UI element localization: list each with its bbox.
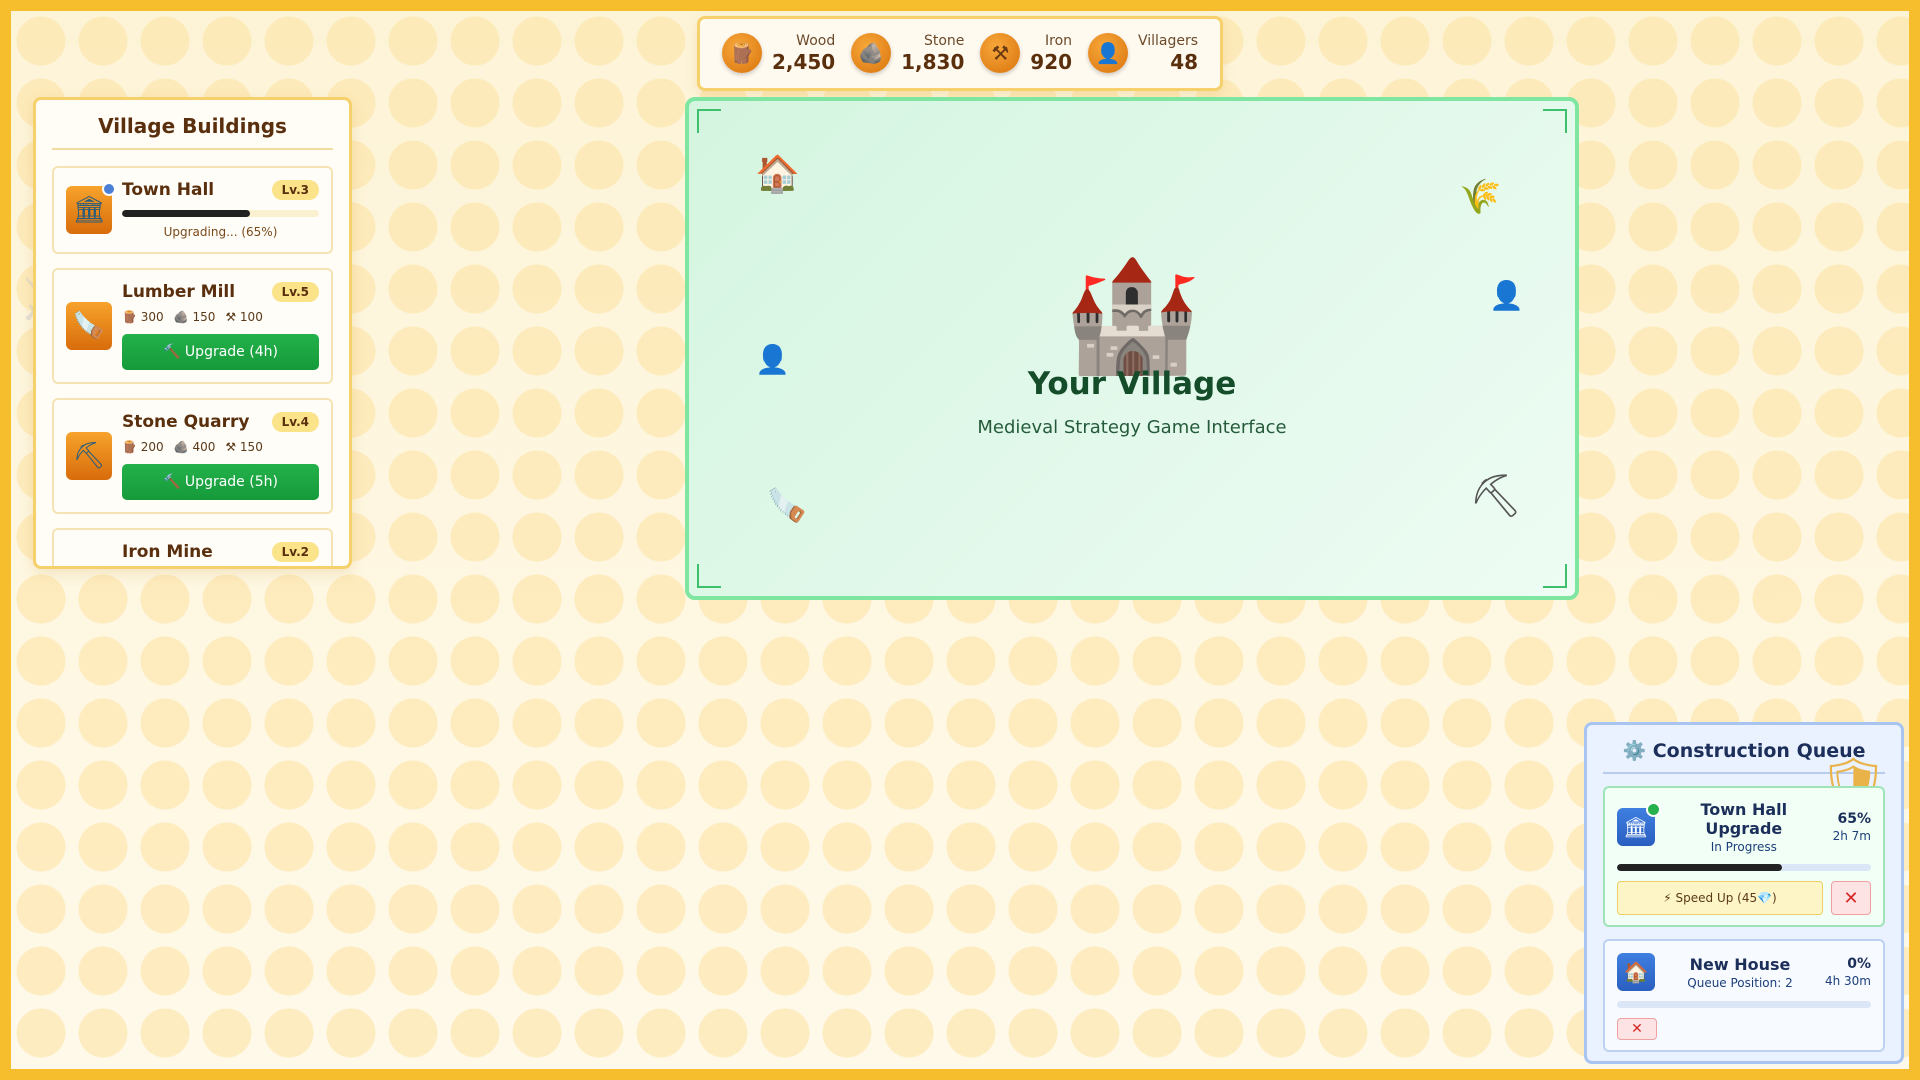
resource-label: Wood [796, 33, 836, 50]
upgrade-button[interactable]: 🔨 Upgrade (5h) [122, 464, 319, 500]
cancel-button[interactable]: ✕ [1831, 881, 1871, 915]
level-badge: Lv.4 [271, 412, 319, 432]
villager-icon[interactable]: 👤 [1489, 279, 1524, 312]
in-progress-badge [1646, 802, 1661, 817]
resource-value: 2,450 [771, 49, 836, 74]
building-card-town-hall[interactable]: 🏛 Town Hall Lv.3 Upgrading... (65%) [52, 166, 333, 254]
cancel-button[interactable]: ✕ [1617, 1018, 1657, 1040]
town-hall-icon: 🏛 [66, 182, 116, 234]
corner-marker [697, 564, 721, 588]
queue-item-name: Town Hall Upgrade [1700, 800, 1788, 838]
resource-villagers: 👤 Villagers 48 [1087, 33, 1199, 74]
resource-iron: ⚒ Iron 920 [980, 33, 1072, 74]
resource-stone: 🪨 Stone 1,830 [851, 33, 964, 74]
level-badge: Lv.2 [271, 542, 319, 562]
cost-iron: ⚒ 100 [225, 310, 263, 324]
upgrade-status: Upgrading... (65%) [163, 225, 278, 239]
panel-title: Village Buildings [52, 114, 333, 150]
house-icon: 🏠 [1617, 953, 1655, 991]
building-name: Stone Quarry [122, 412, 250, 432]
village-buildings-panel: Village Buildings 🏛 Town Hall Lv.3 Upgra… [33, 97, 352, 569]
cost-iron: ⚒ 150 [225, 440, 263, 454]
building-card-lumber-mill[interactable]: 🪚 Lumber Mill Lv.5 🪵 300 🪨 150 ⚒ 100 🔨 U… [52, 268, 333, 384]
cost-wood: 🪵 300 [122, 310, 164, 324]
building-name: Iron Mine [122, 542, 213, 562]
building-card-iron-mine[interactable]: Iron Mine Lv.2 [52, 528, 333, 566]
cost-stone: 🪨 150 [173, 310, 216, 324]
status-dot [102, 182, 116, 196]
village-view[interactable]: 🏠 🌾 👤 👤 🪚 ⛏ 🏰 Your Village Medieval Stra… [685, 97, 1579, 600]
log-icon: 🪵 [721, 33, 762, 74]
person-icon: 👤 [1087, 33, 1128, 74]
cost-stone: 🪨 400 [173, 440, 216, 454]
resource-label: Iron [1045, 33, 1073, 50]
queue-item-name: New House [1689, 954, 1791, 974]
rock-icon: 🪨 [851, 33, 892, 74]
upgrade-button[interactable]: 🔨 Upgrade (4h) [122, 334, 319, 370]
corner-marker [1543, 564, 1567, 588]
queue-progress-bar [1617, 864, 1871, 871]
hammer-pick-icon: ⚒ [980, 33, 1021, 74]
upgrade-cost: 🪵 300 🪨 150 ⚒ 100 [122, 310, 319, 324]
upgrade-progress-bar [122, 210, 319, 217]
castle-icon[interactable]: 🏰 [1064, 251, 1201, 380]
resource-bar: 🪵 Wood 2,450 🪨 Stone 1,830 ⚒ Iron 920 👤 … [697, 16, 1223, 91]
resource-value: 48 [1170, 49, 1199, 74]
construction-queue-panel: ⚙️ Construction Queue 🛡 🏛 Town Hall Upgr… [1584, 722, 1904, 1064]
corner-marker [1543, 109, 1567, 133]
town-hall-icon: 🏛 [1617, 802, 1661, 846]
pickaxe-icon[interactable]: ⛏ [1469, 471, 1522, 521]
village-title: Your Village [1027, 366, 1237, 402]
corner-marker [697, 109, 721, 133]
upgrade-cost: 🪵 200 🪨 400 ⚒ 150 [122, 440, 319, 454]
saw-icon: 🪚 [66, 302, 112, 350]
queue-item-percent: 65% [1837, 811, 1871, 827]
queue-item-town-hall: 🏛 Town Hall Upgrade In Progress 65% 2h 7… [1603, 786, 1885, 927]
resource-label: Stone [923, 33, 965, 50]
building-name: Lumber Mill [122, 282, 236, 302]
building-name: Town Hall [122, 180, 215, 200]
house-icon[interactable]: 🏠 [755, 153, 800, 195]
speed-up-button[interactable]: ⚡ Speed Up (45💎) [1617, 881, 1823, 915]
level-badge: Lv.5 [271, 282, 319, 302]
wheat-icon[interactable]: 🌾 [1459, 177, 1501, 217]
resource-value: 1,830 [901, 49, 965, 74]
resource-wood: 🪵 Wood 2,450 [721, 33, 836, 74]
queue-item-state: In Progress [1710, 840, 1777, 854]
building-card-stone-quarry[interactable]: ⛏ Stone Quarry Lv.4 🪵 200 🪨 400 ⚒ 150 🔨 … [52, 398, 333, 514]
pickaxe-icon: ⛏ [66, 432, 112, 480]
queue-item-percent: 0% [1847, 956, 1871, 972]
queue-item-time: 2h 7m [1832, 829, 1871, 843]
queue-item-time: 4h 30m [1824, 974, 1871, 988]
saw-icon[interactable]: 🪚 [767, 486, 807, 524]
village-subtitle: Medieval Strategy Game Interface [977, 417, 1287, 438]
cost-wood: 🪵 200 [122, 440, 164, 454]
level-badge: Lv.3 [271, 180, 319, 200]
queue-item-new-house: 🏠 New House Queue Position: 2 0% 4h 30m … [1603, 939, 1885, 1052]
resource-label: Villagers [1137, 33, 1199, 50]
queue-item-state: Queue Position: 2 [1687, 975, 1793, 990]
resource-value: 920 [1030, 49, 1073, 74]
queue-progress-bar [1617, 1001, 1871, 1008]
